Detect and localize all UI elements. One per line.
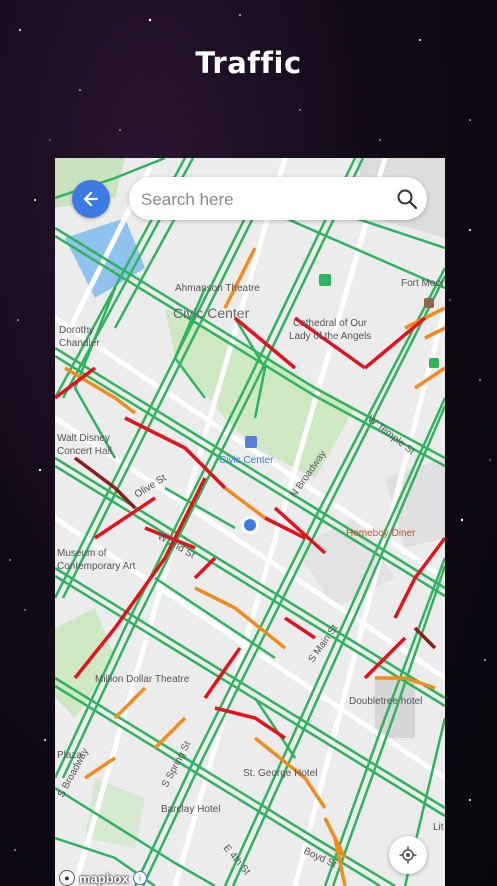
crosshair-icon bbox=[399, 846, 417, 864]
label-doubletree: Doubletree hotel bbox=[349, 696, 422, 707]
label-cathedral-1: Cathedral of Our bbox=[293, 318, 368, 329]
back-button[interactable] bbox=[72, 180, 110, 218]
label-dorothy-1: Dorothy bbox=[59, 325, 94, 336]
map-attribution: ● mapbox i bbox=[59, 870, 147, 886]
traffic-map[interactable]: Ahmanson Theatre Civic Center Cathedral … bbox=[55, 158, 445, 886]
label-million: Million Dollar Theatre bbox=[95, 674, 190, 685]
label-homeboy: Homeboy Diner bbox=[346, 528, 416, 539]
label-lit: Lit bbox=[433, 822, 444, 833]
arrow-left-icon bbox=[83, 191, 99, 207]
label-museum-2: Contemporary Art bbox=[57, 561, 136, 572]
map-screen: Ahmanson Theatre Civic Center Cathedral … bbox=[55, 158, 445, 886]
info-icon[interactable]: i bbox=[132, 871, 147, 885]
label-walt-2: Concert Hall bbox=[57, 446, 112, 457]
label-museum-1: Museum of bbox=[57, 548, 107, 559]
label-dorothy-2: Chandler bbox=[59, 338, 100, 349]
label-ahmanson: Ahmanson Theatre bbox=[175, 283, 260, 294]
search-bar[interactable] bbox=[129, 177, 427, 222]
page-title: Traffic bbox=[195, 46, 302, 80]
search-input[interactable] bbox=[139, 177, 393, 222]
mapbox-wordmark: mapbox bbox=[79, 870, 129, 886]
mapbox-logo-icon: ● bbox=[59, 870, 75, 886]
label-walt-1: Walt Disney bbox=[57, 433, 110, 444]
label-civic-station: Civic Center bbox=[219, 455, 274, 466]
search-icon[interactable] bbox=[396, 188, 418, 210]
label-civic-center: Civic Center bbox=[173, 305, 250, 321]
label-fort-moore: Fort Moore bbox=[401, 278, 445, 289]
my-location-button[interactable] bbox=[389, 836, 427, 874]
label-cathedral-2: Lady of the Angels bbox=[289, 331, 371, 342]
label-st-george: St. George Hotel bbox=[243, 768, 317, 779]
label-barclay: Barclay Hotel bbox=[161, 804, 220, 815]
